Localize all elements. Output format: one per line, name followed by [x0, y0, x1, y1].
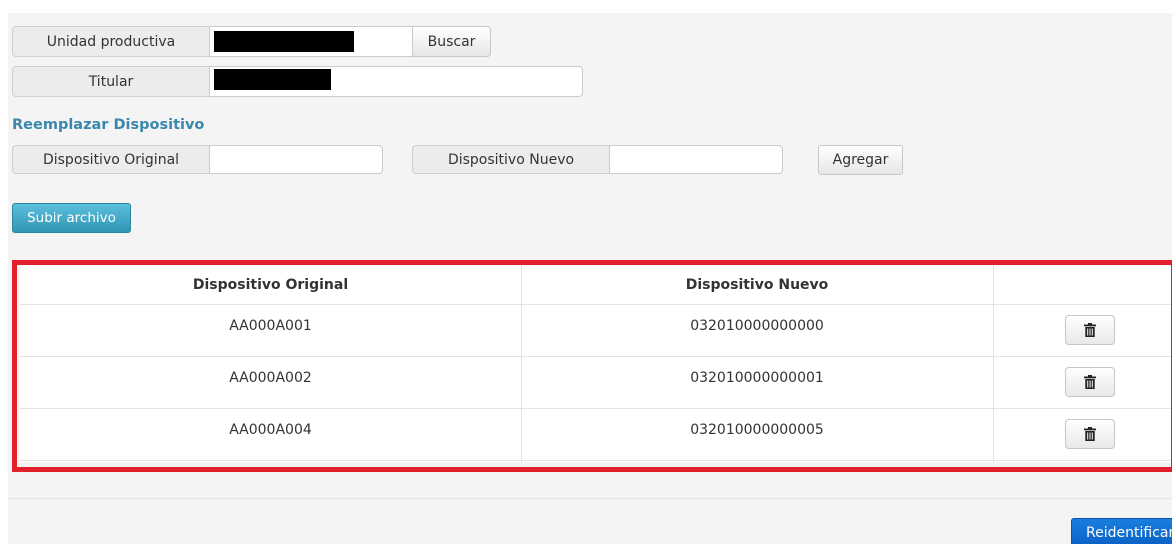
app-window: Unidad productiva Buscar Titular Reempla…: [0, 0, 1172, 544]
redacted-titular-value: [214, 69, 331, 90]
dispositivo-original-input[interactable]: [209, 145, 383, 174]
buscar-button[interactable]: Buscar: [412, 26, 491, 57]
dispositivo-nuevo-input[interactable]: [609, 145, 783, 174]
section-title: Reemplazar Dispositivo: [12, 117, 205, 133]
footer-divider: [8, 498, 1172, 499]
dispositivo-original-label: Dispositivo Original: [12, 145, 210, 174]
subir-archivo-button[interactable]: Subir archivo: [12, 203, 131, 233]
unidad-productiva-label: Unidad productiva: [12, 26, 210, 57]
redacted-unidad-value: [214, 31, 354, 52]
dispositivo-nuevo-label: Dispositivo Nuevo: [412, 145, 610, 174]
highlight-frame: [12, 260, 1172, 472]
titular-label: Titular: [12, 66, 210, 97]
agregar-button[interactable]: Agregar: [818, 145, 903, 175]
reidentificar-button[interactable]: Reidentificar: [1071, 518, 1172, 544]
